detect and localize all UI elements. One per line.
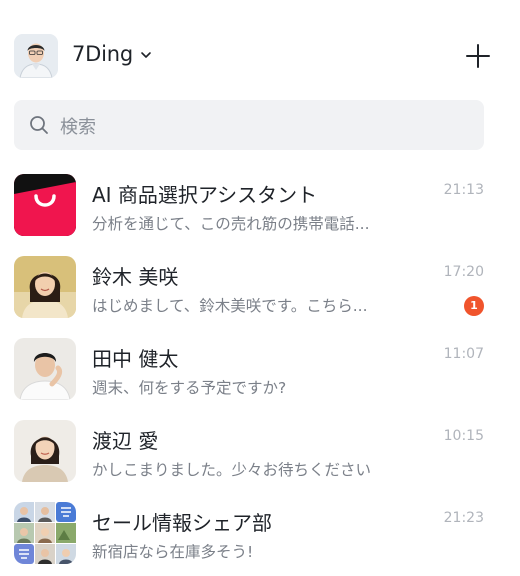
chat-time: 21:13 <box>443 182 484 198</box>
search-placeholder: 検索 <box>60 117 96 138</box>
chat-name: 鈴木 美咲 <box>92 265 179 289</box>
chat-time: 21:23 <box>443 510 484 526</box>
group-collage-avatar <box>14 502 76 564</box>
shopping-bag-logo-icon <box>14 174 76 236</box>
chat-name: セール情報シェア部 <box>92 511 272 535</box>
search-icon <box>30 116 48 134</box>
chevron-down-icon[interactable] <box>138 47 154 63</box>
chat-row[interactable]: 鈴木 美咲 17:20 はじめまして、鈴木美咲です。こちら... 1 <box>0 248 520 330</box>
chat-preview: 新宿店なら在庫多そう! <box>92 543 254 561</box>
chat-preview: かしこまりました。少々お待ちください <box>92 461 372 479</box>
chat-time: 10:15 <box>443 428 484 444</box>
chat-preview: はじめまして、鈴木美咲です。こちら... <box>92 297 368 315</box>
chat-time: 17:20 <box>443 264 484 280</box>
plus-icon[interactable] <box>462 40 494 72</box>
chat-preview: 分析を通じて、この売れ筋の携帯電話... <box>92 215 370 233</box>
search-input[interactable]: 検索 <box>14 100 484 150</box>
person-avatar-icon <box>14 34 58 78</box>
chat-time: 11:07 <box>443 346 484 362</box>
header: 7Ding <box>14 34 494 78</box>
man-photo-avatar <box>14 338 76 400</box>
woman-photo-avatar <box>14 256 76 318</box>
chat-name: AI 商品選択アシスタント <box>92 183 318 207</box>
chat-row[interactable]: 渡辺 愛 10:15 かしこまりました。少々お待ちください <box>0 412 520 494</box>
chat-row[interactable]: セール情報シェア部 21:23 新宿店なら在庫多そう! <box>0 494 520 576</box>
account-name[interactable]: 7Ding <box>72 42 133 66</box>
chat-row[interactable]: 田中 健太 11:07 週末、何をする予定ですか? <box>0 330 520 412</box>
chat-list: AI 商品選択アシスタント 21:13 分析を通じて、この売れ筋の携帯電話...… <box>0 166 520 576</box>
chat-preview: 週末、何をする予定ですか? <box>92 379 287 397</box>
chat-name: 田中 健太 <box>92 347 179 371</box>
account-avatar[interactable] <box>14 34 58 78</box>
chat-name: 渡辺 愛 <box>92 429 159 453</box>
chat-row[interactable]: AI 商品選択アシスタント 21:13 分析を通じて、この売れ筋の携帯電話... <box>0 166 520 248</box>
woman-photo-avatar <box>14 420 76 482</box>
unread-badge: 1 <box>464 296 484 316</box>
